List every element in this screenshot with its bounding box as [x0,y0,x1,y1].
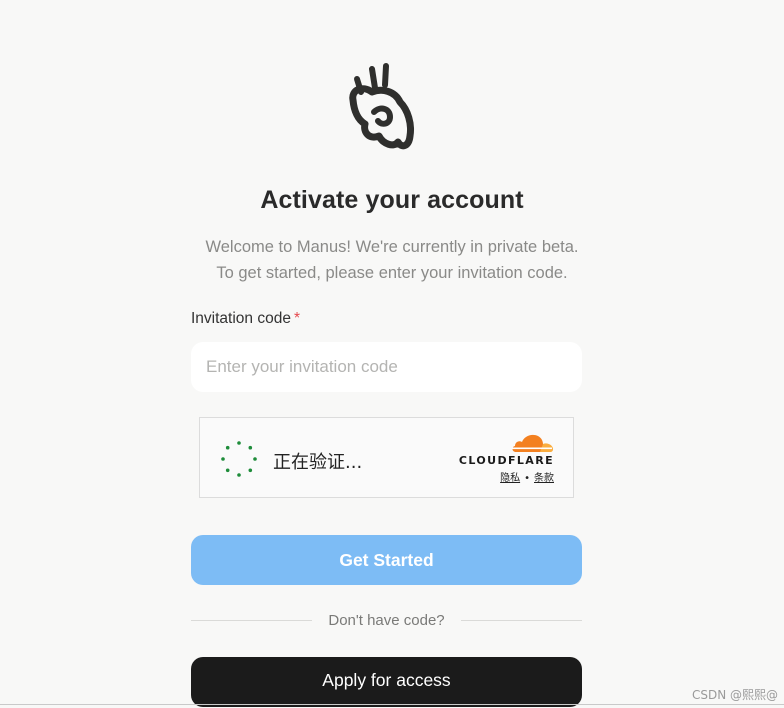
watermark-text: CSDN @熙熙@ [691,688,778,702]
cloudflare-wordmark: CLOUDFLARE [458,454,554,467]
cloudflare-cloud-icon [512,434,553,452]
required-asterisk: * [293,310,301,327]
cloudflare-turnstile-widget[interactable]: 正在验证... CLOUDFLARE 隐私 • 条款 [199,417,574,498]
verifying-status-text: 正在验证... [273,452,363,473]
activation-page: Activate your account Welcome to Manus! … [0,0,784,708]
invitation-code-input[interactable] [191,342,582,392]
bottom-rule [0,704,784,705]
manus-hand-logo-icon [349,63,414,150]
divider-right [461,620,582,621]
cloudflare-links: 隐私 • 条款 [500,469,554,484]
link-separator: • [524,473,530,484]
loading-spinner-icon [221,441,257,477]
page-title: Activate your account [260,186,524,214]
terms-link[interactable]: 条款 [534,473,554,484]
invitation-code-label: Invitation code * [191,310,300,328]
invitation-code-label-text: Invitation code [191,310,291,327]
apply-for-access-button[interactable]: Apply for access [191,657,582,707]
subtitle-line: Welcome to Manus! We're currently in pri… [205,238,579,256]
divider-left [191,620,312,621]
privacy-link[interactable]: 隐私 [500,473,520,484]
get-started-button[interactable]: Get Started [191,535,582,585]
page-subtitle: Welcome to Manus! We're currently in pri… [0,234,784,286]
subtitle-line: To get started, please enter your invita… [216,264,568,282]
no-code-divider-text: Don't have code? [328,612,445,629]
